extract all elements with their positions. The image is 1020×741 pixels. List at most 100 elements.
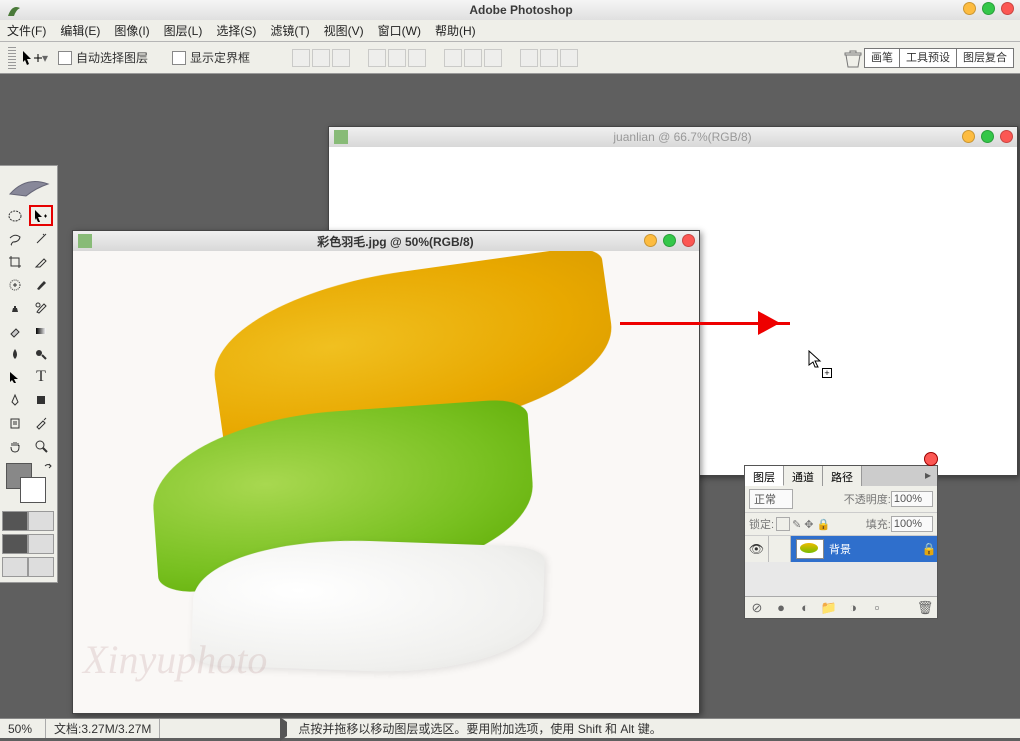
screen-mode-1-button[interactable] [2,534,28,554]
hand-tool[interactable] [2,434,28,457]
adjustment-layer-icon[interactable]: ◑ [845,600,861,616]
tab-channels[interactable]: 通道 [784,466,823,486]
distribute-vcenter-button[interactable] [464,49,482,67]
screen-mode-2-button[interactable] [28,534,54,554]
align-right-button[interactable] [408,49,426,67]
menu-bar: 文件(F) 编辑(E) 图像(I) 图层(L) 选择(S) 滤镜(T) 视图(V… [0,20,1020,42]
document-window-feathers[interactable]: 彩色羽毛.jpg @ 50%(RGB/8) Xinyuphoto [72,230,700,714]
distribute-bottom-button[interactable] [484,49,502,67]
doc2-titlebar[interactable]: 彩色羽毛.jpg @ 50%(RGB/8) [73,231,699,251]
doc2-maximize[interactable] [663,234,676,247]
lock-position-icon[interactable]: ✥ [804,518,813,531]
new-set-icon[interactable]: 📁 [821,600,837,616]
doc1-titlebar[interactable]: juanlian @ 66.7%(RGB/8) [329,127,1017,147]
lock-transparency-button[interactable] [776,517,790,531]
menu-edit[interactable]: 编辑(E) [53,20,107,41]
tab-paths[interactable]: 路径 [823,466,862,486]
clone-stamp-tool[interactable] [2,296,28,319]
align-hcenter-button[interactable] [388,49,406,67]
blur-tool[interactable] [2,342,28,365]
eraser-tool[interactable] [2,319,28,342]
layer-thumbnail[interactable] [796,539,824,559]
crop-tool[interactable] [2,250,28,273]
layer-name[interactable]: 背景 [829,541,921,557]
document-info[interactable]: 文档:3.27M/3.27M [46,719,160,738]
palette-tab-toolpresets[interactable]: 工具预设 [899,48,957,68]
minimize-button[interactable] [963,2,976,15]
menu-image[interactable]: 图像(I) [107,20,156,41]
dropdown-arrow-icon[interactable]: ▾ [42,51,48,65]
pen-tool[interactable] [2,388,28,411]
lock-all-icon[interactable]: 🔒 [817,518,831,531]
menu-layer[interactable]: 图层(L) [157,20,210,41]
slice-tool[interactable] [28,250,54,273]
jump-to-button[interactable] [28,557,54,577]
layer-row-background[interactable]: 👁 背景 🔒 [745,536,937,562]
background-color-swatch[interactable] [20,477,46,503]
standard-mode-button[interactable] [2,511,28,531]
tab-layers[interactable]: 图层 [745,466,784,486]
magic-wand-tool[interactable] [28,227,54,250]
eyedropper-tool[interactable] [28,411,54,434]
align-bottom-button[interactable] [332,49,350,67]
align-left-button[interactable] [368,49,386,67]
quickmask-mode-button[interactable] [28,511,54,531]
healing-brush-tool[interactable] [2,273,28,296]
align-top-button[interactable] [292,49,310,67]
distribute-top-button[interactable] [444,49,462,67]
menu-help[interactable]: 帮助(H) [428,20,483,41]
show-transform-checkbox[interactable] [172,51,186,65]
notes-tool[interactable] [2,411,28,434]
fill-value[interactable]: 100% [891,516,933,532]
doc2-minimize[interactable] [644,234,657,247]
swap-colors-icon[interactable] [44,463,52,471]
menu-filter[interactable]: 滤镜(T) [263,20,316,41]
layer-visibility-icon[interactable]: 👁 [745,536,769,562]
zoom-tool[interactable] [28,434,54,457]
close-button[interactable] [1001,2,1014,15]
doc1-maximize[interactable] [981,130,994,143]
menu-file[interactable]: 文件(F) [0,20,53,41]
distribute-right-button[interactable] [560,49,578,67]
doc1-close[interactable] [1000,130,1013,143]
marquee-tool[interactable] [2,204,28,227]
zoom-field[interactable]: 50% [0,719,46,738]
menu-select[interactable]: 选择(S) [209,20,263,41]
gradient-tool[interactable] [28,319,54,342]
lasso-tool[interactable] [2,227,28,250]
doc1-minimize[interactable] [962,130,975,143]
move-tool[interactable] [28,204,54,227]
distribute-hcenter-button[interactable] [540,49,558,67]
brush-tool[interactable] [28,273,54,296]
layer-style-icon[interactable]: ● [773,600,789,616]
doc2-close[interactable] [682,234,695,247]
doc2-canvas[interactable]: Xinyuphoto [73,251,699,713]
panel-menu-icon[interactable]: ▸ [919,466,937,486]
panel-close-button[interactable] [924,452,938,466]
align-vcenter-button[interactable] [312,49,330,67]
distribute-left-button[interactable] [520,49,538,67]
blend-mode-select[interactable]: 正常 [749,489,793,509]
shape-tool[interactable] [28,388,54,411]
layer-mask-icon[interactable]: ◐ [797,600,813,616]
opacity-value[interactable]: 100% [891,491,933,507]
lock-pixels-icon[interactable]: ✎ [792,518,801,531]
layer-link-column[interactable] [769,536,791,562]
path-selection-tool[interactable] [2,365,28,388]
options-grip[interactable] [8,47,16,69]
auto-select-layer-checkbox[interactable] [58,51,72,65]
delete-layer-icon[interactable]: 🗑 [917,600,933,616]
palette-tab-brush[interactable]: 画笔 [864,48,900,68]
menu-window[interactable]: 窗口(W) [371,20,428,41]
history-brush-tool[interactable] [28,296,54,319]
palette-well-icon[interactable] [841,47,865,69]
layers-panel[interactable]: 图层 通道 路径 ▸ 正常 不透明度: 100% 锁定: ✎ ✥ 🔒 填充: 1… [744,465,938,619]
maximize-button[interactable] [982,2,995,15]
type-tool[interactable]: T [28,365,54,388]
menu-view[interactable]: 视图(V) [317,20,371,41]
new-layer-icon[interactable]: ▫ [869,600,885,616]
palette-tab-layercomps[interactable]: 图层复合 [956,48,1014,68]
new-link-icon[interactable]: ⊘ [749,600,765,616]
dodge-tool[interactable] [28,342,54,365]
screen-mode-3-button[interactable] [2,557,28,577]
